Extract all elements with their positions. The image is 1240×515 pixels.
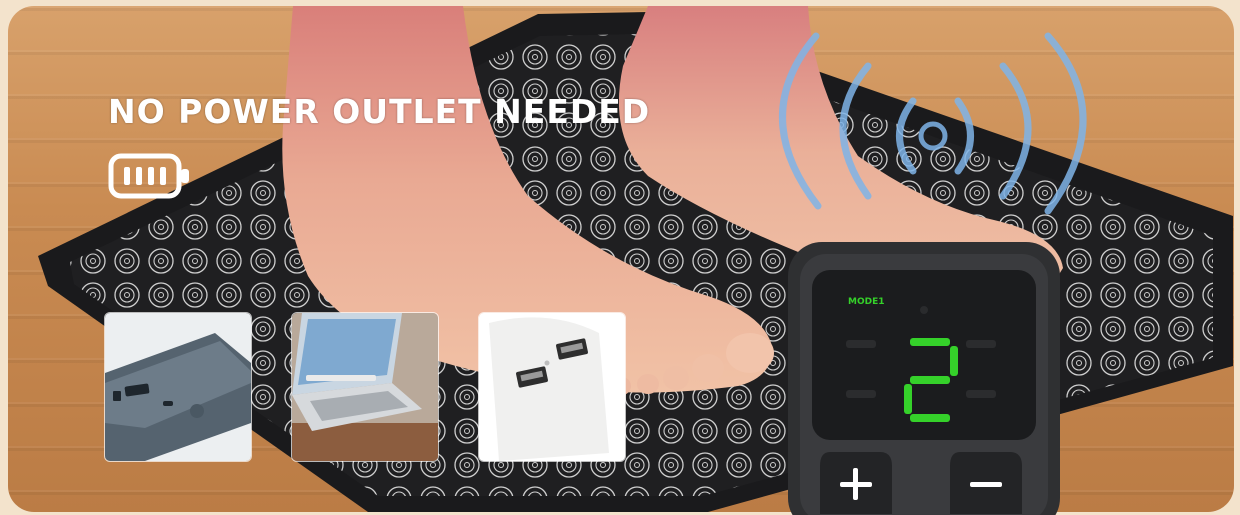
power-bank-thumbnail bbox=[104, 312, 252, 462]
minus-icon bbox=[970, 482, 1002, 487]
usb-wall-charger-thumbnail bbox=[478, 312, 626, 462]
laptop-thumbnail bbox=[291, 312, 439, 462]
mode-label: MODE1 bbox=[848, 297, 885, 307]
plus-button[interactable] bbox=[820, 452, 892, 514]
battery-icon bbox=[108, 153, 189, 199]
minus-button[interactable] bbox=[950, 452, 1022, 514]
headline: NO POWER OUTLET NEEDED bbox=[108, 92, 651, 131]
